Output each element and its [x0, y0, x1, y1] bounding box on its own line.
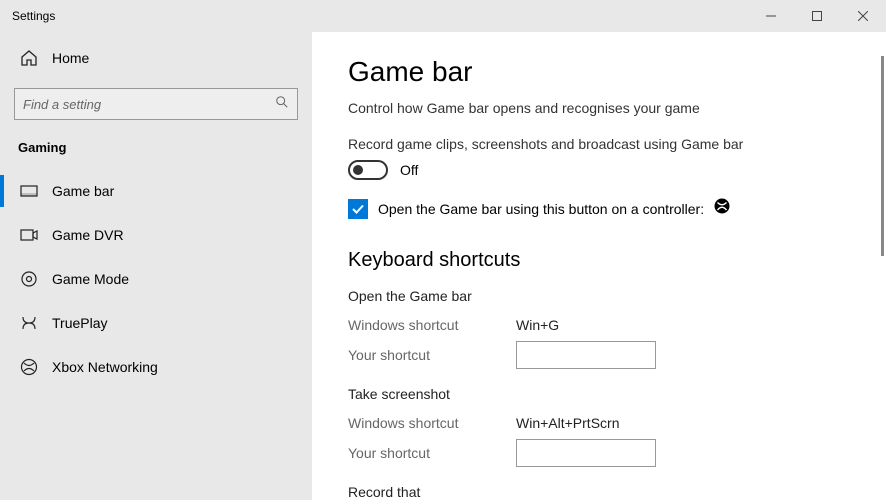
sidebar-item-label: Game Mode [52, 271, 129, 287]
window-title: Settings [0, 9, 748, 23]
sidebar-item-label: Game bar [52, 183, 114, 199]
your-shortcut-input[interactable] [516, 439, 656, 467]
search-box[interactable] [14, 88, 298, 120]
shortcut-group-take-screenshot: Take screenshot Windows shortcut Win+Alt… [348, 386, 886, 468]
shortcuts-heading: Keyboard shortcuts [348, 249, 886, 272]
your-shortcut-input[interactable] [516, 341, 656, 369]
page-subtitle: Control how Game bar opens and recognise… [348, 100, 886, 116]
scrollbar[interactable] [881, 56, 884, 256]
search-input[interactable] [23, 97, 275, 112]
shortcut-group-title: Record that [348, 484, 886, 500]
window-controls [748, 0, 886, 32]
toggle-knob [353, 165, 363, 175]
home-icon [20, 49, 38, 67]
maximize-button[interactable] [794, 0, 840, 32]
sidebar-item-trueplay[interactable]: TruePlay [0, 301, 312, 345]
dvr-icon [20, 226, 38, 244]
titlebar: Settings [0, 0, 886, 32]
sidebar-item-label: Game DVR [52, 227, 124, 243]
close-button[interactable] [840, 0, 886, 32]
your-shortcut-label: Your shortcut [348, 347, 516, 363]
home-label: Home [52, 50, 89, 66]
section-label: Gaming [0, 134, 312, 169]
toggle-state-text: Off [400, 162, 418, 178]
game-bar-icon [20, 182, 38, 200]
shortcut-row: Your shortcut [348, 340, 886, 370]
xbox-networking-icon [20, 358, 38, 376]
windows-shortcut-label: Windows shortcut [348, 317, 516, 333]
xbox-logo-icon [714, 198, 730, 219]
sidebar-item-label: Xbox Networking [52, 359, 158, 375]
record-setting-label: Record game clips, screenshots and broad… [348, 136, 886, 152]
sidebar: Home Gaming Game bar Game DVR [0, 32, 312, 500]
game-mode-icon [20, 270, 38, 288]
trueplay-icon [20, 314, 38, 332]
sidebar-item-xbox-networking[interactable]: Xbox Networking [0, 345, 312, 389]
shortcut-row: Your shortcut [348, 438, 886, 468]
content: Home Gaming Game bar Game DVR [0, 32, 886, 500]
home-nav[interactable]: Home [0, 36, 312, 80]
your-shortcut-label: Your shortcut [348, 445, 516, 461]
page-title: Game bar [348, 56, 886, 88]
search-wrap [0, 80, 312, 134]
sidebar-item-game-bar[interactable]: Game bar [0, 169, 312, 213]
shortcut-group-title: Open the Game bar [348, 288, 886, 304]
minimize-button[interactable] [748, 0, 794, 32]
sidebar-item-game-dvr[interactable]: Game DVR [0, 213, 312, 257]
sidebar-item-game-mode[interactable]: Game Mode [0, 257, 312, 301]
shortcut-row: Windows shortcut Win+Alt+PrtScrn [348, 408, 886, 438]
shortcut-row: Windows shortcut Win+G [348, 310, 886, 340]
windows-shortcut-label: Windows shortcut [348, 415, 516, 431]
sidebar-item-label: TruePlay [52, 315, 108, 331]
shortcut-group-title: Take screenshot [348, 386, 886, 402]
shortcut-group-open-gamebar: Open the Game bar Windows shortcut Win+G… [348, 288, 886, 370]
record-toggle-row: Off [348, 160, 886, 180]
shortcut-group-record-that: Record that [348, 484, 886, 500]
windows-shortcut-value: Win+Alt+PrtScrn [516, 415, 619, 431]
record-toggle[interactable] [348, 160, 388, 180]
windows-shortcut-value: Win+G [516, 317, 559, 333]
controller-check-label: Open the Game bar using this button on a… [378, 201, 704, 217]
controller-checkbox[interactable] [348, 199, 368, 219]
main-panel: Game bar Control how Game bar opens and … [312, 32, 886, 500]
controller-check-row: Open the Game bar using this button on a… [348, 198, 886, 219]
search-icon [275, 95, 289, 114]
